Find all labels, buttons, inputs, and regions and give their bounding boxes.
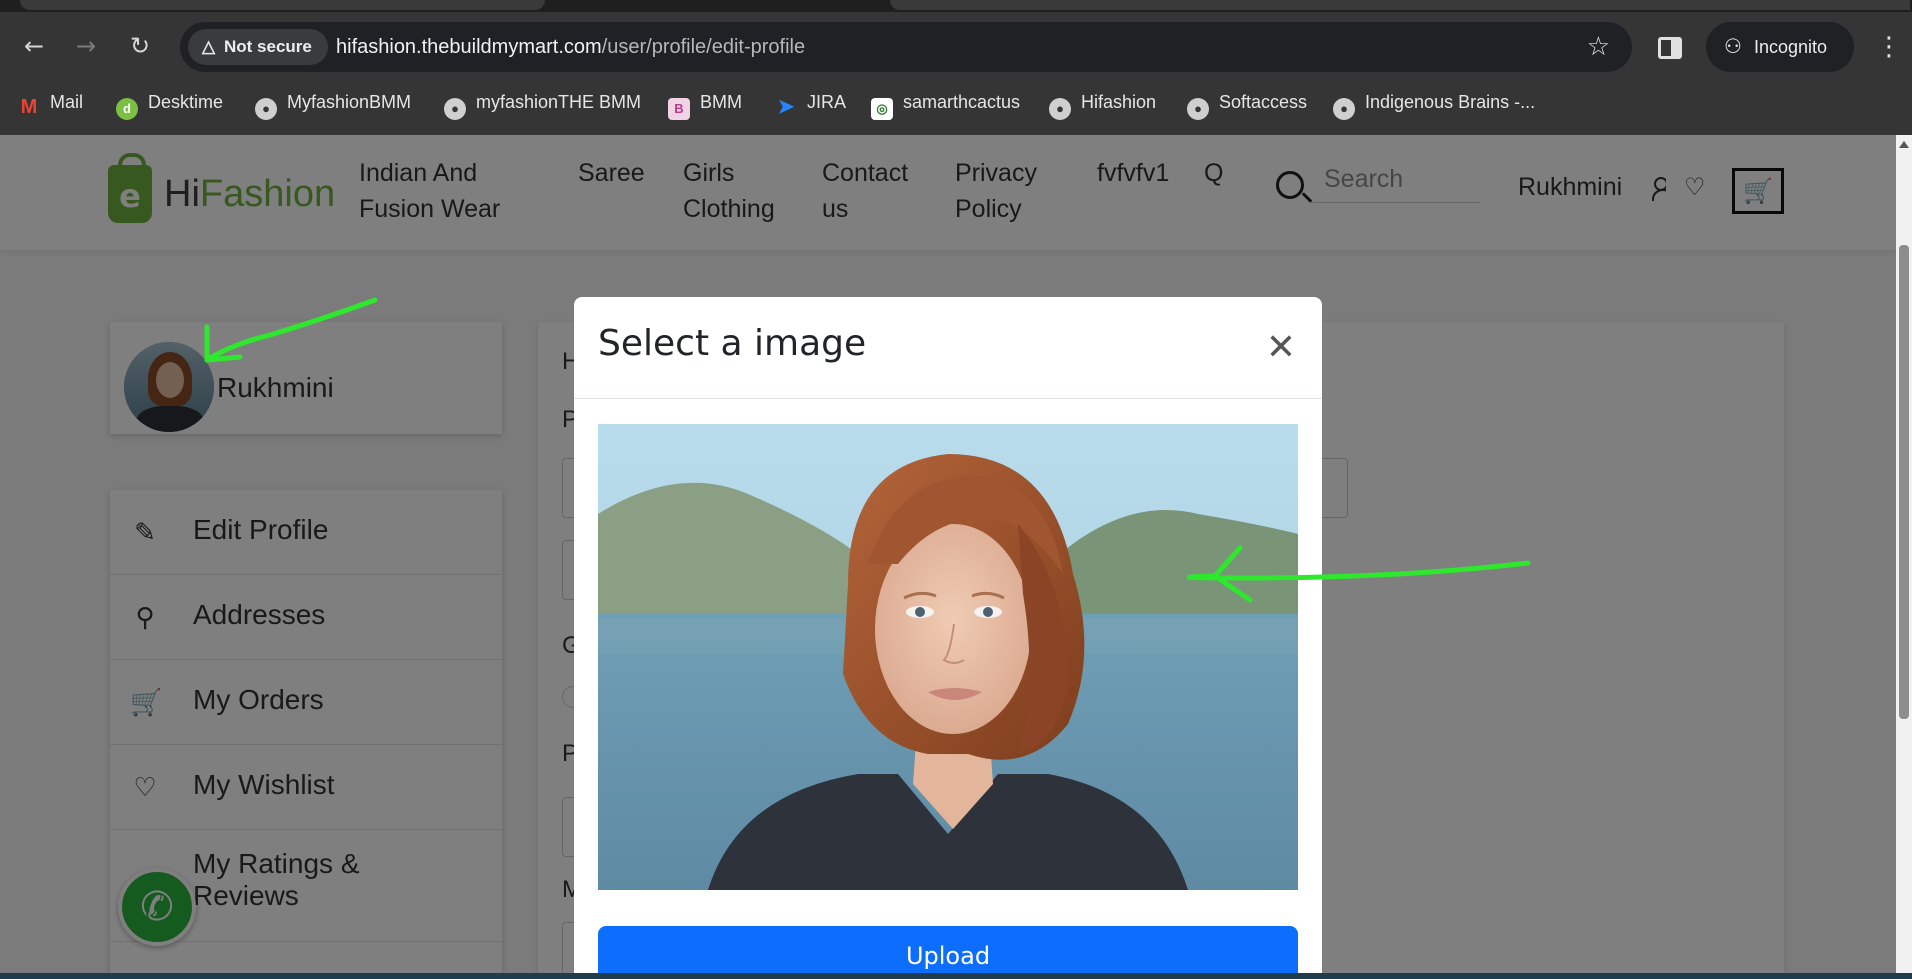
bookmark-myfashion-the-bmm[interactable]: ● myfashionTHE BMM: [444, 82, 641, 122]
bookmark-label: myfashionTHE BMM: [476, 92, 642, 112]
bookmark-hifashion[interactable]: ● Hifashion: [1049, 82, 1156, 122]
incognito-label: Incognito: [1754, 37, 1828, 57]
browser-menu-icon[interactable]: ⋮: [1876, 24, 1902, 70]
upload-button[interactable]: Upload: [598, 926, 1298, 979]
bookmark-softaccess[interactable]: ● Softaccess: [1187, 82, 1307, 122]
bookmark-samarthcactus[interactable]: ◎ samarthcactus: [871, 82, 1020, 122]
globe-icon: ●: [444, 98, 466, 120]
browser-toolbar: ← → ↻ △ Not secure hifashion.thebuildmyma…: [0, 12, 1912, 82]
url-text[interactable]: hifashion.thebuildmymart.com/user/profil…: [336, 22, 805, 72]
bookmark-jira[interactable]: ➤ JIRA: [775, 82, 846, 122]
bookmark-mail[interactable]: M Mail: [18, 82, 83, 122]
bookmark-bmm[interactable]: B BMM: [668, 82, 742, 122]
browser-tab-active[interactable]: [890, 0, 1910, 10]
bookmark-label: Desktime: [148, 92, 224, 112]
address-bar[interactable]: △ Not secure hifashion.thebuildmymart.com…: [180, 22, 1632, 72]
url-path: /user/profile/edit-profile: [601, 36, 806, 58]
bookmark-label: Indigenous Brains -...: [1365, 92, 1536, 112]
close-icon[interactable]: ✕: [1264, 330, 1298, 366]
globe-icon: ●: [1049, 98, 1071, 120]
bookmark-star-icon[interactable]: ☆: [1587, 22, 1610, 72]
bookmark-label: JIRA: [807, 92, 847, 112]
portrait-photo: [598, 424, 1298, 890]
bookmark-label: Hifashion: [1081, 92, 1157, 112]
forward-arrow-icon[interactable]: →: [66, 26, 106, 66]
warning-triangle-icon: △: [202, 37, 216, 56]
side-panel-icon[interactable]: [1658, 37, 1682, 59]
incognito-icon: ⚇: [1724, 36, 1742, 58]
modal-title: Select a image: [598, 323, 867, 364]
desktime-icon: d: [116, 98, 138, 120]
incognito-indicator[interactable]: ⚇ Incognito: [1706, 22, 1854, 72]
bookmark-label: MyfashionBMM: [287, 92, 412, 112]
bookmark-label: BMM: [700, 92, 742, 112]
modal-divider: [574, 398, 1322, 399]
globe-icon: ●: [1333, 98, 1355, 120]
security-indicator[interactable]: △ Not secure: [188, 29, 328, 65]
taskbar-edge: [0, 973, 1912, 979]
bookmark-desktime[interactable]: d Desktime: [116, 82, 223, 122]
page-scrollbar[interactable]: [1896, 135, 1912, 979]
browser-tab[interactable]: [20, 0, 545, 10]
gmail-icon: M: [20, 96, 38, 118]
scrollbar-thumb[interactable]: [1899, 245, 1909, 719]
image-preview: [598, 424, 1298, 890]
tab-strip: [0, 0, 1912, 12]
reload-icon[interactable]: ↻: [120, 26, 160, 66]
globe-icon: ●: [1187, 98, 1209, 120]
bookmarks-bar: M Mail d Desktime ● MyfashionBMM ● myfashion…: [0, 82, 1912, 135]
select-image-modal: Select a image ✕ Upload: [574, 297, 1322, 979]
globe-icon: ●: [255, 98, 277, 120]
bmm-icon: B: [668, 98, 690, 120]
cactus-icon: ◎: [871, 98, 893, 120]
bookmark-myfashionbmm[interactable]: ● MyfashionBMM: [255, 82, 411, 122]
scroll-up-arrow-icon[interactable]: [1899, 141, 1909, 148]
bookmark-label: samarthcactus: [903, 92, 1021, 112]
security-label: Not secure: [224, 37, 312, 56]
bookmark-indigenous-brains[interactable]: ● Indigenous Brains -...: [1333, 82, 1535, 122]
bookmark-label: Softaccess: [1219, 92, 1308, 112]
bookmark-label: Mail: [50, 92, 84, 112]
url-host: hifashion.thebuildmymart.com: [336, 36, 602, 58]
back-arrow-icon[interactable]: ←: [14, 26, 54, 66]
jira-icon: ➤: [777, 96, 795, 118]
